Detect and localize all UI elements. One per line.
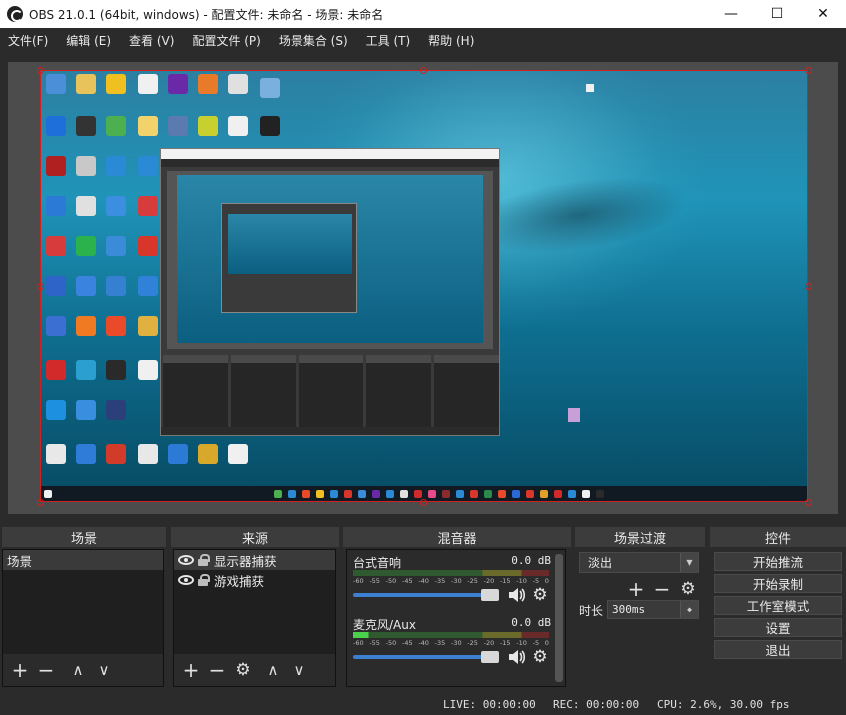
close-button[interactable]: ✕ [800,0,846,28]
remove-transition-button[interactable]: − [649,577,675,601]
obs-logo-icon [7,6,23,22]
source-item[interactable]: 游戏捕获 [174,570,335,590]
maximize-button[interactable]: ☐ [754,0,800,28]
move-source-down-button[interactable]: ∨ [286,658,312,682]
exit-button[interactable]: 退出 [714,640,842,659]
source-selection-frame[interactable] [40,70,808,502]
menu-tools[interactable]: 工具 (T) [360,28,417,54]
scenes-dock-title: 场景 [2,527,166,547]
menu-file[interactable]: 文件(F) [2,28,54,54]
remove-scene-button[interactable]: − [33,658,59,682]
visibility-eye-icon[interactable] [178,575,194,585]
resize-handle[interactable] [420,499,427,506]
channel-db: 0.0 dB [511,616,551,629]
lock-icon[interactable] [198,574,210,586]
resize-handle[interactable] [420,67,427,74]
scenes-dock: 场景 + − ∧ ∨ [2,549,164,687]
resize-handle[interactable] [805,499,812,506]
source-item-label: 显示器捕获 [214,553,277,569]
speaker-icon[interactable] [507,649,525,665]
move-scene-up-button[interactable]: ∧ [65,658,91,682]
transition-select[interactable]: 淡出 ▼ [579,552,699,573]
resize-handle[interactable] [805,283,812,290]
transition-properties-gear-icon[interactable]: ⚙ [675,577,701,601]
gear-icon[interactable]: ⚙ [531,586,549,604]
cpu-status: CPU: 2.6%, 30.00 fps [657,698,790,711]
visibility-eye-icon[interactable] [178,555,194,565]
start-streaming-button[interactable]: 开始推流 [714,552,842,571]
volume-slider[interactable] [353,651,499,663]
remove-source-button[interactable]: − [204,658,230,682]
menu-scene-collection[interactable]: 场景集合 (S) [273,28,354,54]
gear-icon[interactable]: ⚙ [531,648,549,666]
move-source-up-button[interactable]: ∧ [260,658,286,682]
window-controls: — ☐ ✕ [708,0,846,28]
resize-handle[interactable] [37,67,44,74]
duration-value: 300ms [612,603,646,616]
scenes-toolbar: + − ∧ ∨ [3,654,163,686]
transitions-dock: 淡出 ▼ + − ⚙ 时长 300ms ◆ [575,549,705,687]
source-item[interactable]: 显示器捕获 [174,550,335,570]
move-scene-down-button[interactable]: ∨ [91,658,117,682]
lock-icon[interactable] [198,554,210,566]
sources-toolbar: + − ⚙ ∧ ∨ [174,654,335,686]
scene-item[interactable]: 场景 [3,550,163,570]
mixer-dock-title: 混音器 [343,527,571,547]
menu-edit[interactable]: 编辑 (E) [60,28,117,54]
meter-scale: -60 -55 -50 -45 -40 -35 -30 -25 -20 -15 -10 -5 0 [353,639,549,647]
meter-scale: -60 -55 -50 -45 -40 -35 -30 -25 -20 -15 -10 -5 0 [353,577,549,585]
title-bar: OBS 21.0.1 (64bit, windows) - 配置文件: 未命名 … [0,0,846,28]
menu-bar: 文件(F) 编辑 (E) 查看 (V) 配置文件 (P) 场景集合 (S) 工具… [0,28,846,54]
source-properties-gear-icon[interactable]: ⚙ [230,658,256,682]
chevron-down-icon: ▼ [680,553,698,572]
speaker-icon[interactable] [507,587,525,603]
sources-dock-title: 来源 [171,527,339,547]
scene-item-label: 场景 [7,553,33,569]
volume-slider[interactable] [353,589,499,601]
controls-dock-title: 控件 [710,527,846,547]
scenes-list: 场景 [3,550,163,654]
settings-button[interactable]: 设置 [714,618,842,637]
minimize-button[interactable]: — [708,0,754,28]
controls-dock: 开始推流 开始录制 工作室模式 设置 退出 [712,549,846,687]
spinner-arrows-icon[interactable]: ◆ [680,601,698,618]
channel-name: 台式音响 [353,556,402,570]
transition-toolbar: + − ⚙ [623,577,701,601]
mixer-scrollbar[interactable] [555,554,563,682]
resize-handle[interactable] [37,499,44,506]
add-source-button[interactable]: + [178,658,204,682]
menu-view[interactable]: 查看 (V) [123,28,180,54]
duration-spinbox[interactable]: 300ms ◆ [607,600,699,619]
transitions-dock-title: 场景过渡 [575,527,705,547]
add-transition-button[interactable]: + [623,577,649,601]
mixer-dock: 台式音响 0.0 dB -60 -55 -50 -45 -40 -35 -30 -25 -20-… [346,549,566,687]
mixer-channel-mic: 麦克风/Aux 0.0 dB -60 -55 -50 -45 -40 -35 -30 -25-… [351,616,551,676]
live-status: LIVE: 00:00:00 [443,698,536,711]
start-recording-button[interactable]: 开始录制 [714,574,842,593]
channel-db: 0.0 dB [511,554,551,567]
channel-name: 麦克风/Aux [353,618,416,632]
resize-handle[interactable] [37,283,44,290]
sources-dock: 显示器捕获 游戏捕获 + − ⚙ ∧ ∨ [173,549,336,687]
add-scene-button[interactable]: + [7,658,33,682]
duration-label: 时长 [579,604,604,618]
menu-help[interactable]: 帮助 (H) [422,28,480,54]
source-item-label: 游戏捕获 [214,573,265,589]
mixer-channel-desktop: 台式音响 0.0 dB -60 -55 -50 -45 -40 -35 -30 -25 -20-… [351,554,551,614]
window-title: OBS 21.0.1 (64bit, windows) - 配置文件: 未命名 … [29,7,384,22]
resize-handle[interactable] [805,67,812,74]
menu-profile[interactable]: 配置文件 (P) [186,28,266,54]
rec-status: REC: 00:00:00 [553,698,640,711]
status-bar: LIVE: 00:00:00 REC: 00:00:00 CPU: 2.6%, … [0,694,846,715]
sources-list: 显示器捕获 游戏捕获 [174,550,335,654]
studio-mode-button[interactable]: 工作室模式 [714,596,842,615]
transition-selected: 淡出 [588,556,613,570]
volume-meter [353,632,549,638]
preview-canvas[interactable] [8,62,838,514]
volume-meter [353,570,549,576]
